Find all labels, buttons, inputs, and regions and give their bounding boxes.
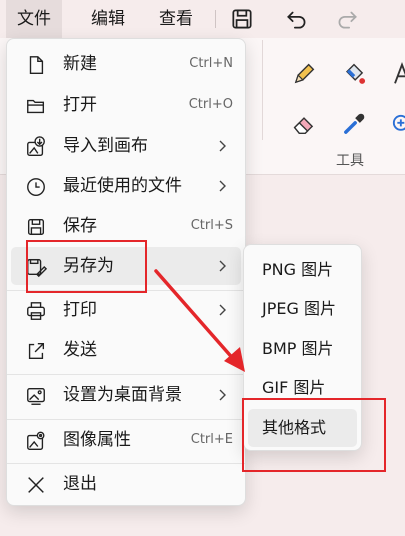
undo-icon[interactable] — [284, 6, 310, 32]
new-file-icon — [29, 56, 44, 74]
save-icon[interactable] — [229, 6, 255, 32]
shortcut-text: Ctrl+N — [189, 56, 233, 71]
chevron-right-icon — [219, 304, 226, 316]
menu-separator — [7, 419, 245, 420]
ribbon-divider — [262, 40, 263, 140]
text-icon[interactable] — [388, 60, 405, 88]
chevron-right-icon — [219, 140, 226, 152]
submenu-item-label: 其他格式 — [262, 418, 327, 437]
menu-edit[interactable]: 编辑 — [80, 0, 136, 38]
chevron-right-icon — [219, 389, 226, 401]
save-as-icon — [27, 258, 47, 278]
fill-icon[interactable] — [340, 60, 368, 88]
zoom-icon[interactable] — [388, 110, 405, 138]
menu-item-label: 图像属性 — [63, 430, 131, 450]
import-image-icon — [27, 136, 45, 156]
menu-item-import-to-canvas[interactable]: 导入到画布 — [11, 127, 241, 165]
submenu-item-label: GIF 图片 — [262, 378, 326, 397]
redo-icon[interactable] — [334, 6, 360, 32]
submenu-item-jpeg[interactable]: JPEG 图片 — [248, 290, 357, 328]
submenu-item-label: BMP 图片 — [262, 339, 334, 358]
tools-group-label: 工具 — [336, 153, 364, 169]
submenu-item-gif[interactable]: GIF 图片 — [248, 369, 357, 407]
menu-item-label: 最近使用的文件 — [63, 176, 182, 196]
menu-item-label: 保存 — [63, 216, 97, 236]
menu-item-open[interactable]: 打开 Ctrl+O — [11, 86, 241, 124]
menu-item-save[interactable]: 保存 Ctrl+S — [11, 207, 241, 245]
share-icon — [28, 342, 45, 360]
file-menu: 新建 Ctrl+N 打开 Ctrl+O 导入到画布 最近使用的文件 保存 Ctr… — [6, 38, 246, 506]
chevron-right-icon — [219, 260, 226, 272]
menu-item-label: 打开 — [63, 95, 97, 115]
menu-item-exit[interactable]: 退出 — [11, 465, 241, 503]
submenu-item-bmp[interactable]: BMP 图片 — [248, 330, 357, 368]
wallpaper-icon — [27, 387, 45, 405]
menu-item-label: 退出 — [63, 474, 97, 494]
menubar-divider — [215, 10, 216, 28]
save-icon — [27, 218, 45, 236]
clock-icon — [27, 178, 45, 196]
menu-item-label: 新建 — [63, 54, 97, 74]
menu-item-send[interactable]: 发送 — [11, 331, 241, 369]
menu-item-recent-files[interactable]: 最近使用的文件 — [11, 167, 241, 205]
menu-item-set-as-wallpaper[interactable]: 设置为桌面背景 — [11, 376, 241, 414]
shortcut-text: Ctrl+S — [190, 218, 233, 233]
save-as-submenu: PNG 图片 JPEG 图片 BMP 图片 GIF 图片 其他格式 — [243, 244, 362, 451]
eraser-icon[interactable] — [290, 110, 318, 138]
menu-view[interactable]: 查看 — [148, 0, 204, 38]
menu-item-label: 发送 — [63, 340, 97, 360]
menu-item-save-as[interactable]: 另存为 — [11, 247, 241, 285]
menu-separator — [7, 463, 245, 464]
menu-item-label: 导入到画布 — [63, 136, 148, 156]
menu-item-print[interactable]: 打印 — [11, 291, 241, 329]
menu-item-image-properties[interactable]: 图像属性 Ctrl+E — [11, 421, 241, 459]
shortcut-text: Ctrl+E — [190, 432, 233, 447]
printer-icon — [27, 302, 45, 320]
menu-item-label: 另存为 — [63, 256, 114, 276]
submenu-item-png[interactable]: PNG 图片 — [248, 251, 357, 289]
menu-item-label: 打印 — [63, 300, 97, 320]
submenu-item-label: PNG 图片 — [262, 260, 334, 279]
folder-open-icon — [27, 99, 45, 114]
menu-bar: 文件 编辑 查看 — [0, 0, 405, 38]
submenu-item-other-formats[interactable]: 其他格式 — [248, 409, 357, 447]
menu-item-new[interactable]: 新建 Ctrl+N — [11, 45, 241, 83]
image-properties-icon — [27, 431, 45, 450]
chevron-right-icon — [219, 180, 226, 192]
menu-file[interactable]: 文件 — [6, 0, 62, 38]
close-icon — [28, 477, 44, 493]
submenu-item-label: JPEG 图片 — [262, 299, 336, 318]
shortcut-text: Ctrl+O — [188, 97, 233, 112]
menu-item-label: 设置为桌面背景 — [63, 385, 182, 405]
pencil-icon[interactable] — [290, 60, 318, 88]
menu-separator — [7, 374, 245, 375]
color-picker-icon[interactable] — [340, 110, 368, 138]
